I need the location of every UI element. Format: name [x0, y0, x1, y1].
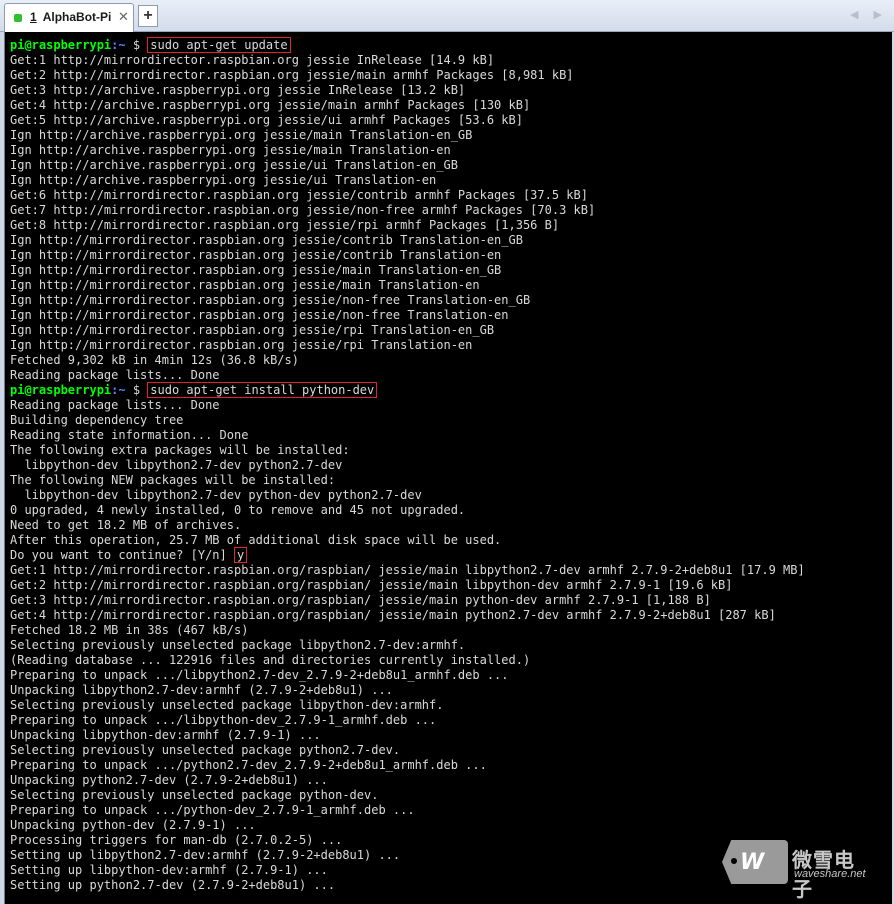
terminal-line: (Reading database ... 122916 files and d… [10, 653, 531, 667]
tab-bar: 1 AlphaBot-Pi ✕ + ◀ ▶ [0, 0, 894, 32]
tab-number: 1 [30, 10, 37, 24]
prompt-path: :~ [111, 38, 126, 52]
session-tab[interactable]: 1 AlphaBot-Pi ✕ [4, 3, 134, 32]
terminal-line: Building dependency tree [10, 413, 184, 427]
prompt-user: pi@raspberrypi [10, 38, 112, 52]
terminal-line: Selecting previously unselected package … [10, 743, 401, 757]
terminal-line: Ign http://archive.raspberrypi.org jessi… [10, 158, 458, 172]
connected-status-icon [14, 14, 22, 22]
terminal-line: Get:1 http://mirrordirector.raspbian.org… [10, 563, 805, 577]
terminal-lines: pi@raspberrypi:~ $ sudo apt-get update Ge… [10, 37, 805, 893]
terminal-line: Ign http://archive.raspberrypi.org jessi… [10, 173, 437, 187]
terminal-line: libpython-dev libpython2.7-dev python2.7… [10, 458, 343, 472]
terminal-line: Fetched 18.2 MB in 38s (467 kB/s) [10, 623, 249, 637]
terminal-line: Need to get 18.2 MB of archives. [10, 518, 242, 532]
terminal-line: Reading state information... Done [10, 428, 249, 442]
terminal-line: The following extra packages will be ins… [10, 443, 350, 457]
terminal-line: Get:8 http://mirrordirector.raspbian.org… [10, 218, 560, 232]
terminal-line: Setting up libpython-dev:armhf (2.7.9-1)… [10, 863, 328, 877]
watermark-url: waveshare.net [794, 868, 866, 880]
prompt-line: pi@raspberrypi:~ $ sudo apt-get update [10, 37, 805, 53]
terminal-line: Ign http://mirrordirector.raspbian.org j… [10, 278, 480, 292]
watermark-tag-hole [731, 858, 737, 864]
terminal-line: libpython-dev libpython2.7-dev python-de… [10, 488, 422, 502]
highlighted-answer: y [233, 547, 248, 563]
terminal-line: Preparing to unpack .../libpython2.7-dev… [10, 668, 509, 682]
prompt-symbol: $ [125, 383, 148, 397]
terminal-line: Unpacking python2.7-dev (2.7.9-2+deb8u1)… [10, 773, 328, 787]
waveshare-logo-icon: W [740, 850, 765, 875]
terminal-line: Unpacking python-dev (2.7.9-1) ... [10, 818, 256, 832]
terminal-line: Get:2 http://mirrordirector.raspbian.org… [10, 578, 733, 592]
terminal-line: Selecting previously unselected package … [10, 698, 444, 712]
tab-scroll-arrows-icon[interactable]: ◀ ▶ [850, 8, 888, 21]
terminal-line: Reading package lists... Done [10, 368, 220, 382]
terminal-line: Get:6 http://mirrordirector.raspbian.org… [10, 188, 588, 202]
prompt-line: pi@raspberrypi:~ $ sudo apt-get install … [10, 382, 805, 398]
terminal-line: 0 upgraded, 4 newly installed, 0 to remo… [10, 503, 466, 517]
confirm-line: Do you want to continue? [Y/n] y [10, 547, 805, 563]
terminal-line: Ign http://mirrordirector.raspbian.org j… [10, 338, 473, 352]
terminal-line: Setting up libpython2.7-dev:armhf (2.7.9… [10, 848, 401, 862]
terminal-line: Ign http://mirrordirector.raspbian.org j… [10, 323, 495, 337]
terminal-line: Processing triggers for man-db (2.7.0.2-… [10, 833, 343, 847]
waveshare-watermark: W 微雪电子 waveshare.net [722, 828, 872, 901]
tab-title: 1 AlphaBot-Pi [30, 10, 111, 24]
terminal-line: Get:3 http://archive.raspberrypi.org jes… [10, 83, 466, 97]
terminal-line: Ign http://mirrordirector.raspbian.org j… [10, 233, 523, 247]
terminal-line: Preparing to unpack .../libpython-dev_2.… [10, 713, 437, 727]
tab-label: AlphaBot-Pi [42, 10, 112, 24]
prompt-user: pi@raspberrypi [10, 383, 112, 397]
terminal-line: Selecting previously unselected package … [10, 638, 466, 652]
prompt-path: :~ [111, 383, 126, 397]
terminal-line: Preparing to unpack .../python2.7-dev_2.… [10, 758, 487, 772]
terminal-line: Selecting previously unselected package … [10, 788, 379, 802]
terminal-line: Unpacking libpython-dev:armhf (2.7.9-1) … [10, 728, 321, 742]
highlighted-command: sudo apt-get install python-dev [147, 382, 378, 398]
terminal-line: Get:3 http://mirrordirector.raspbian.org… [10, 593, 711, 607]
terminal-output[interactable]: pi@raspberrypi:~ $ sudo apt-get update Ge… [4, 32, 892, 904]
terminal-line: Preparing to unpack .../python-dev_2.7.9… [10, 803, 415, 817]
terminal-line: Ign http://archive.raspberrypi.org jessi… [10, 143, 451, 157]
terminal-line: Ign http://archive.raspberrypi.org jessi… [10, 128, 473, 142]
confirm-prompt: Do you want to continue? [Y/n] [10, 548, 234, 562]
terminal-line: Ign http://mirrordirector.raspbian.org j… [10, 248, 502, 262]
tab-close-icon[interactable]: ✕ [118, 9, 129, 25]
terminal-line: Setting up python2.7-dev (2.7.9-2+deb8u1… [10, 878, 336, 892]
terminal-line: Fetched 9,302 kB in 4min 12s (36.8 kB/s) [10, 353, 299, 367]
terminal-line: Get:5 http://archive.raspberrypi.org jes… [10, 113, 523, 127]
terminal-line: Unpacking libpython2.7-dev:armhf (2.7.9-… [10, 683, 393, 697]
terminal-line: Get:4 http://mirrordirector.raspbian.org… [10, 608, 776, 622]
terminal-line: Get:2 http://mirrordirector.raspbian.org… [10, 68, 574, 82]
terminal-line: Get:4 http://archive.raspberrypi.org jes… [10, 98, 531, 112]
terminal-line: Ign http://mirrordirector.raspbian.org j… [10, 308, 509, 322]
prompt-symbol: $ [125, 38, 148, 52]
terminal-line: Get:7 http://mirrordirector.raspbian.org… [10, 203, 596, 217]
terminal-line: Ign http://mirrordirector.raspbian.org j… [10, 293, 531, 307]
terminal-line: After this operation, 25.7 MB of additio… [10, 533, 502, 547]
terminal-line: Ign http://mirrordirector.raspbian.org j… [10, 263, 502, 277]
terminal-line: The following NEW packages will be insta… [10, 473, 336, 487]
new-tab-button[interactable]: + [138, 5, 158, 27]
terminal-line: Get:1 http://mirrordirector.raspbian.org… [10, 53, 495, 67]
terminal-line: Reading package lists... Done [10, 398, 220, 412]
highlighted-command: sudo apt-get update [147, 37, 291, 53]
